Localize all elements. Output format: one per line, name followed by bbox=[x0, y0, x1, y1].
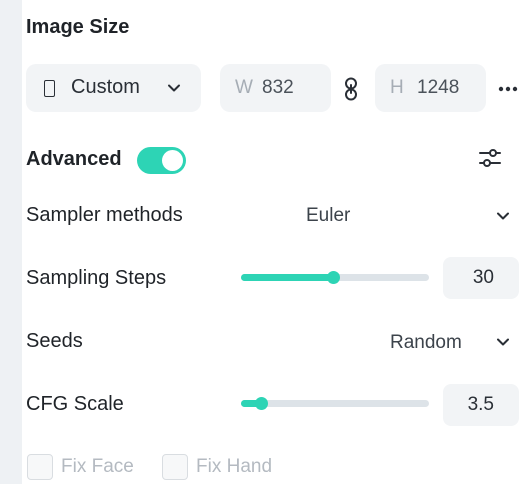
image-size-title: Image Size bbox=[26, 16, 130, 38]
toggle-knob bbox=[162, 150, 183, 171]
chevron-down-icon bbox=[168, 84, 180, 92]
steps-slider-fill bbox=[241, 274, 334, 281]
cfg-input[interactable]: 3.5 bbox=[443, 384, 519, 426]
sampler-value: Euler bbox=[306, 205, 351, 226]
width-value: 832 bbox=[262, 77, 294, 98]
chevron-down-icon bbox=[497, 212, 509, 220]
fix-face-checkbox[interactable] bbox=[27, 454, 53, 480]
fix-face-label: Fix Face bbox=[61, 456, 134, 477]
advanced-toggle[interactable] bbox=[137, 147, 186, 174]
cfg-label: CFG Scale bbox=[26, 393, 124, 415]
cfg-value: 3.5 bbox=[467, 394, 494, 415]
seeds-value: Random bbox=[390, 332, 462, 353]
steps-label: Sampling Steps bbox=[26, 267, 167, 289]
advanced-title: Advanced bbox=[26, 148, 122, 170]
cfg-slider-thumb[interactable] bbox=[255, 397, 269, 410]
height-input[interactable]: H 1248 bbox=[375, 64, 486, 112]
more-horizontal-icon[interactable] bbox=[498, 86, 518, 92]
seeds-label: Seeds bbox=[26, 330, 83, 352]
cfg-slider[interactable] bbox=[241, 397, 429, 410]
link-icon[interactable] bbox=[344, 77, 358, 101]
portrait-ratio-icon bbox=[44, 80, 55, 97]
width-prefix: W bbox=[235, 77, 253, 98]
height-prefix: H bbox=[390, 77, 404, 98]
sliders-icon[interactable] bbox=[478, 146, 502, 170]
fix-hand-label: Fix Hand bbox=[196, 456, 273, 477]
width-input[interactable]: W 832 bbox=[220, 64, 331, 112]
side-divider bbox=[0, 0, 22, 484]
steps-slider[interactable] bbox=[241, 271, 429, 284]
sampler-label: Sampler methods bbox=[26, 204, 183, 226]
steps-input[interactable]: 30 bbox=[443, 257, 519, 299]
chevron-down-icon bbox=[497, 338, 509, 346]
height-value: 1248 bbox=[417, 77, 460, 98]
aspect-ratio-value: Custom bbox=[71, 76, 140, 98]
aspect-ratio-select[interactable]: Custom bbox=[26, 64, 201, 112]
fix-hand-checkbox[interactable] bbox=[162, 454, 188, 480]
steps-value: 30 bbox=[472, 267, 494, 288]
steps-slider-thumb[interactable] bbox=[326, 271, 340, 284]
